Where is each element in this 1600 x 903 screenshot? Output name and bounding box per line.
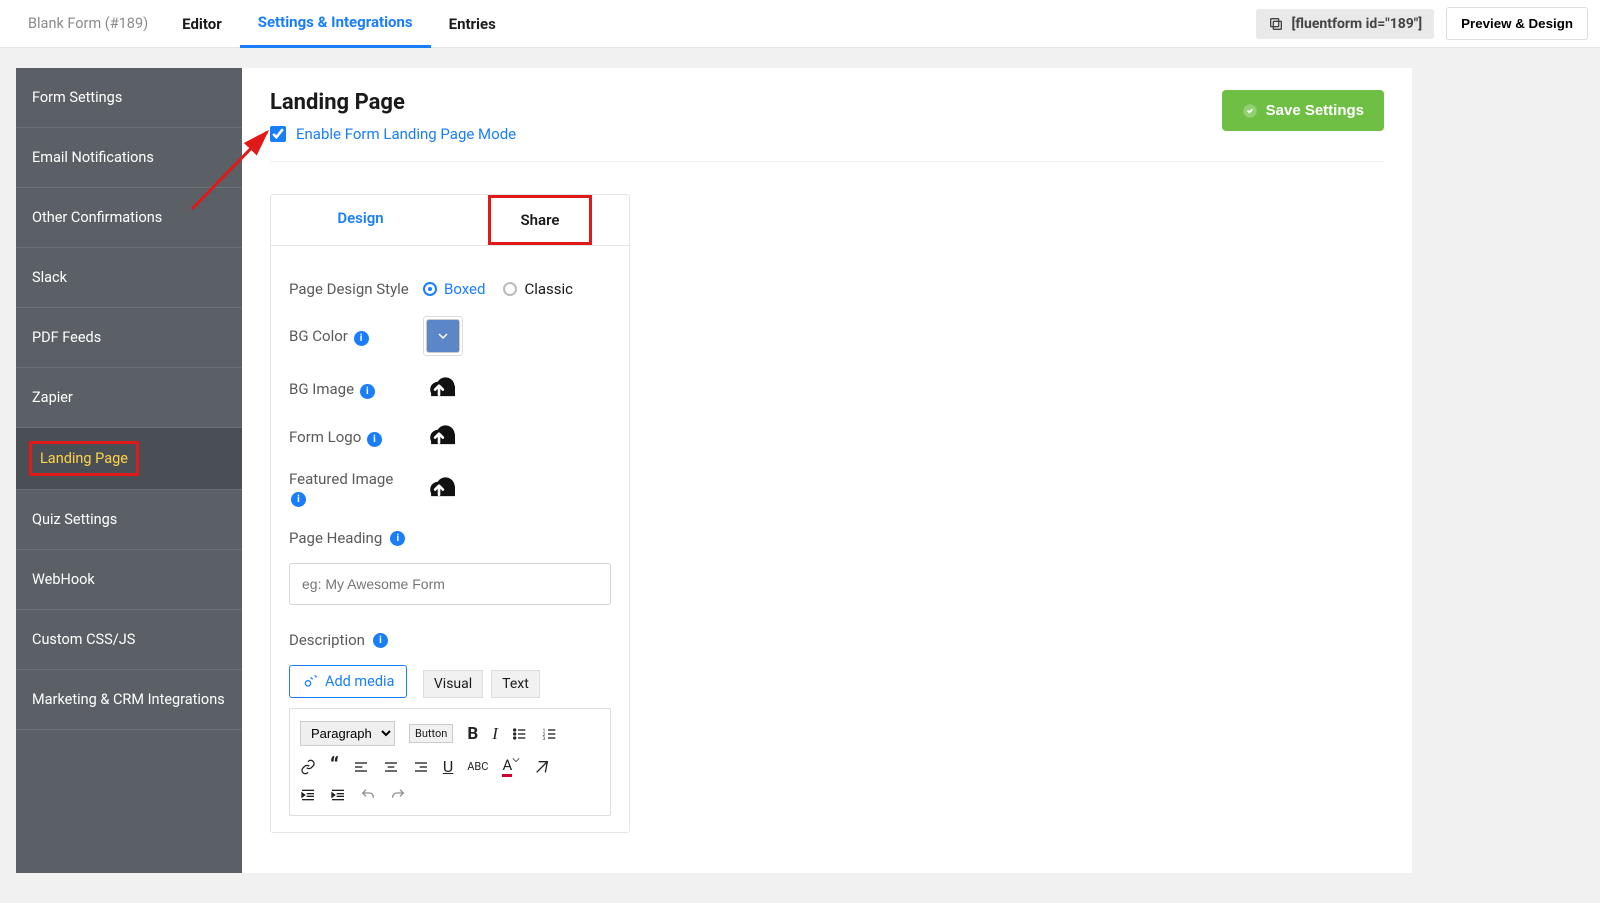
label-featured-image: Featured Image i	[289, 470, 409, 507]
design-panel: Design Share Page Design Style Boxed Cla…	[270, 194, 630, 833]
shortcode-chip[interactable]: [fluentform id="189"]	[1256, 9, 1435, 39]
editor-tab-text[interactable]: Text	[491, 670, 540, 698]
sidebar-item-webhook[interactable]: WebHook	[16, 550, 242, 610]
upload-bg-image[interactable]	[423, 374, 455, 404]
highlight-share-tab: Share	[488, 195, 592, 245]
label-page-design-style: Page Design Style	[289, 280, 409, 298]
row-page-design-style: Page Design Style Boxed Classic	[289, 280, 611, 298]
radio-classic[interactable]: Classic	[503, 280, 573, 298]
topbar: Blank Form (#189) Editor Settings & Inte…	[0, 0, 1600, 48]
radio-icon	[503, 282, 517, 296]
bullet-list-icon[interactable]	[512, 726, 528, 742]
bold-icon[interactable]: B	[467, 724, 478, 744]
layout: Form Settings Email Notifications Other …	[16, 68, 1600, 873]
tab-entries[interactable]: Entries	[431, 1, 514, 47]
row-form-logo: Form Logo i	[289, 422, 611, 452]
check-circle-icon	[1242, 103, 1258, 119]
tab-share[interactable]: Share	[450, 195, 629, 245]
info-icon[interactable]: i	[360, 384, 375, 399]
svg-text:3: 3	[543, 736, 546, 742]
radio-boxed[interactable]: Boxed	[423, 280, 485, 298]
radio-classic-label: Classic	[524, 280, 573, 298]
rich-text-toolbar: Paragraph Button B I 123 “ U	[289, 708, 611, 816]
enable-landing-checkbox[interactable]	[270, 126, 286, 142]
link-icon[interactable]	[300, 759, 316, 775]
sidebar-item-landing-page[interactable]: Landing Page	[16, 428, 242, 490]
save-btn-label: Save Settings	[1266, 102, 1364, 119]
editor-tab-visual[interactable]: Visual	[423, 670, 483, 698]
highlight-landing-page: Landing Page	[29, 441, 139, 476]
sidebar-item-other-confirmations[interactable]: Other Confirmations	[16, 188, 242, 248]
paragraph-select[interactable]: Paragraph	[300, 721, 395, 746]
preview-design-button[interactable]: Preview & Design	[1446, 7, 1588, 40]
sidebar-item-email-notifications[interactable]: Email Notifications	[16, 128, 242, 188]
sidebar-item-zapier[interactable]: Zapier	[16, 368, 242, 428]
label-description: Description i	[289, 631, 611, 649]
radio-icon	[423, 282, 437, 296]
info-icon[interactable]: i	[373, 633, 388, 648]
tab-design[interactable]: Design	[271, 195, 450, 245]
row-bg-image: BG Image i	[289, 374, 611, 404]
info-icon[interactable]: i	[367, 432, 382, 447]
radio-boxed-label: Boxed	[444, 280, 485, 298]
sidebar-item-slack[interactable]: Slack	[16, 248, 242, 308]
page-head: Landing Page Enable Form Landing Page Mo…	[270, 90, 1384, 143]
tab-editor[interactable]: Editor	[164, 1, 240, 47]
save-settings-button[interactable]: Save Settings	[1222, 90, 1384, 131]
label-form-logo: Form Logo i	[289, 428, 409, 447]
italic-icon[interactable]: I	[492, 724, 498, 744]
sidebar-item-form-settings[interactable]: Form Settings	[16, 68, 242, 128]
enable-landing-row: Enable Form Landing Page Mode	[270, 125, 516, 143]
label-bg-image: BG Image i	[289, 380, 409, 399]
indent-icon[interactable]	[330, 787, 346, 803]
label-page-heading: Page Heading i	[289, 529, 611, 547]
outdent-icon[interactable]	[300, 787, 316, 803]
sidebar-item-quiz-settings[interactable]: Quiz Settings	[16, 490, 242, 550]
strikethrough-icon[interactable]: ABC	[467, 760, 488, 773]
info-icon[interactable]: i	[390, 531, 405, 546]
row-featured-image: Featured Image i	[289, 470, 611, 507]
clear-format-icon[interactable]	[534, 759, 550, 775]
upload-featured-image[interactable]	[423, 474, 455, 504]
numbered-list-icon[interactable]: 123	[542, 726, 558, 742]
page-heading-input[interactable]	[289, 563, 611, 605]
shortcode-text: [fluentform id="189"]	[1292, 16, 1423, 32]
blockquote-icon[interactable]: “	[330, 754, 339, 779]
sidebar-item-pdf-feeds[interactable]: PDF Feeds	[16, 308, 242, 368]
panel-tabs: Design Share	[271, 195, 629, 246]
redo-icon[interactable]	[390, 787, 406, 803]
align-right-icon[interactable]	[413, 759, 429, 775]
add-media-button[interactable]: Add media	[289, 665, 407, 698]
bg-color-picker[interactable]	[426, 319, 460, 353]
enable-landing-label: Enable Form Landing Page Mode	[296, 125, 516, 143]
row-bg-color: BG Color i	[289, 316, 611, 356]
sidebar: Form Settings Email Notifications Other …	[16, 68, 242, 873]
text-color-icon[interactable]: A	[502, 756, 520, 777]
topbar-left: Blank Form (#189) Editor Settings & Inte…	[12, 0, 514, 48]
editor-mode-tabs: Visual Text	[423, 670, 540, 698]
radio-group-style: Boxed Classic	[423, 280, 573, 298]
underline-icon[interactable]: U	[443, 757, 453, 776]
upload-form-logo[interactable]	[423, 422, 455, 452]
panel-body: Page Design Style Boxed Classic BG Color…	[271, 246, 629, 832]
label-bg-color: BG Color i	[289, 327, 409, 346]
button-insert[interactable]: Button	[409, 724, 453, 743]
main: Landing Page Enable Form Landing Page Mo…	[242, 68, 1412, 873]
topbar-right: [fluentform id="189"] Preview & Design	[1256, 7, 1588, 40]
undo-icon[interactable]	[360, 787, 376, 803]
page-title: Landing Page	[270, 90, 516, 115]
tab-settings-integrations[interactable]: Settings & Integrations	[240, 0, 431, 48]
align-left-icon[interactable]	[353, 759, 369, 775]
sidebar-item-marketing-crm[interactable]: Marketing & CRM Integrations	[16, 670, 242, 730]
add-media-label: Add media	[325, 673, 394, 690]
align-center-icon[interactable]	[383, 759, 399, 775]
sidebar-item-custom-css-js[interactable]: Custom CSS/JS	[16, 610, 242, 670]
info-icon[interactable]: i	[354, 331, 369, 346]
copy-icon	[1268, 16, 1284, 32]
info-icon[interactable]: i	[291, 492, 306, 507]
media-icon	[302, 674, 318, 690]
form-title: Blank Form (#189)	[12, 15, 164, 32]
